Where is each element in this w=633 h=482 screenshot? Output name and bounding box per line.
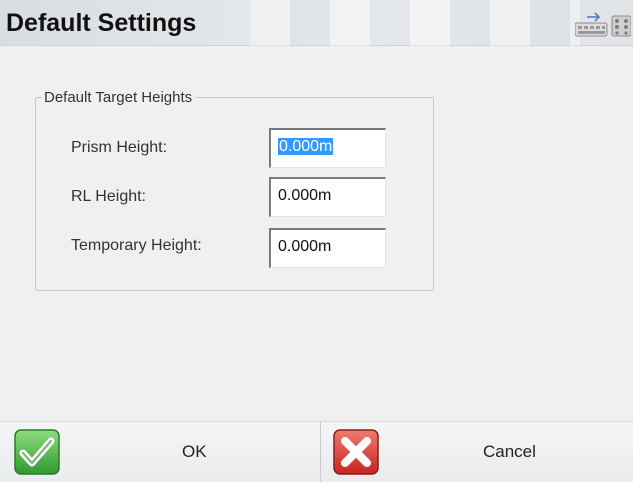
temporary-height-label: Temporary Height: <box>71 237 202 254</box>
ok-label: OK <box>182 442 207 461</box>
prism-height-input[interactable]: 0.000m <box>269 128 386 168</box>
temporary-height-input[interactable]: 0.000m <box>269 228 386 268</box>
group-legend: Default Target Heights <box>42 89 197 106</box>
temporary-height-value: 0.000m <box>278 238 332 255</box>
ok-button[interactable]: OK <box>0 421 320 482</box>
checkmark-icon <box>14 429 60 475</box>
x-icon <box>333 429 379 475</box>
rl-height-label: RL Height: <box>71 188 146 205</box>
rl-height-value: 0.000m <box>278 187 332 204</box>
keyboard-icon[interactable] <box>575 11 631 37</box>
title-bar: Default Settings <box>0 0 633 46</box>
rl-height-input[interactable]: 0.000m <box>269 177 386 217</box>
prism-height-value: 0.000m <box>278 138 334 155</box>
prism-height-label: Prism Height: <box>71 139 168 156</box>
cancel-button[interactable]: Cancel <box>321 421 633 482</box>
title-bar-decoration <box>250 0 580 46</box>
window-title: Default Settings <box>6 9 197 37</box>
cancel-label: Cancel <box>483 442 536 461</box>
